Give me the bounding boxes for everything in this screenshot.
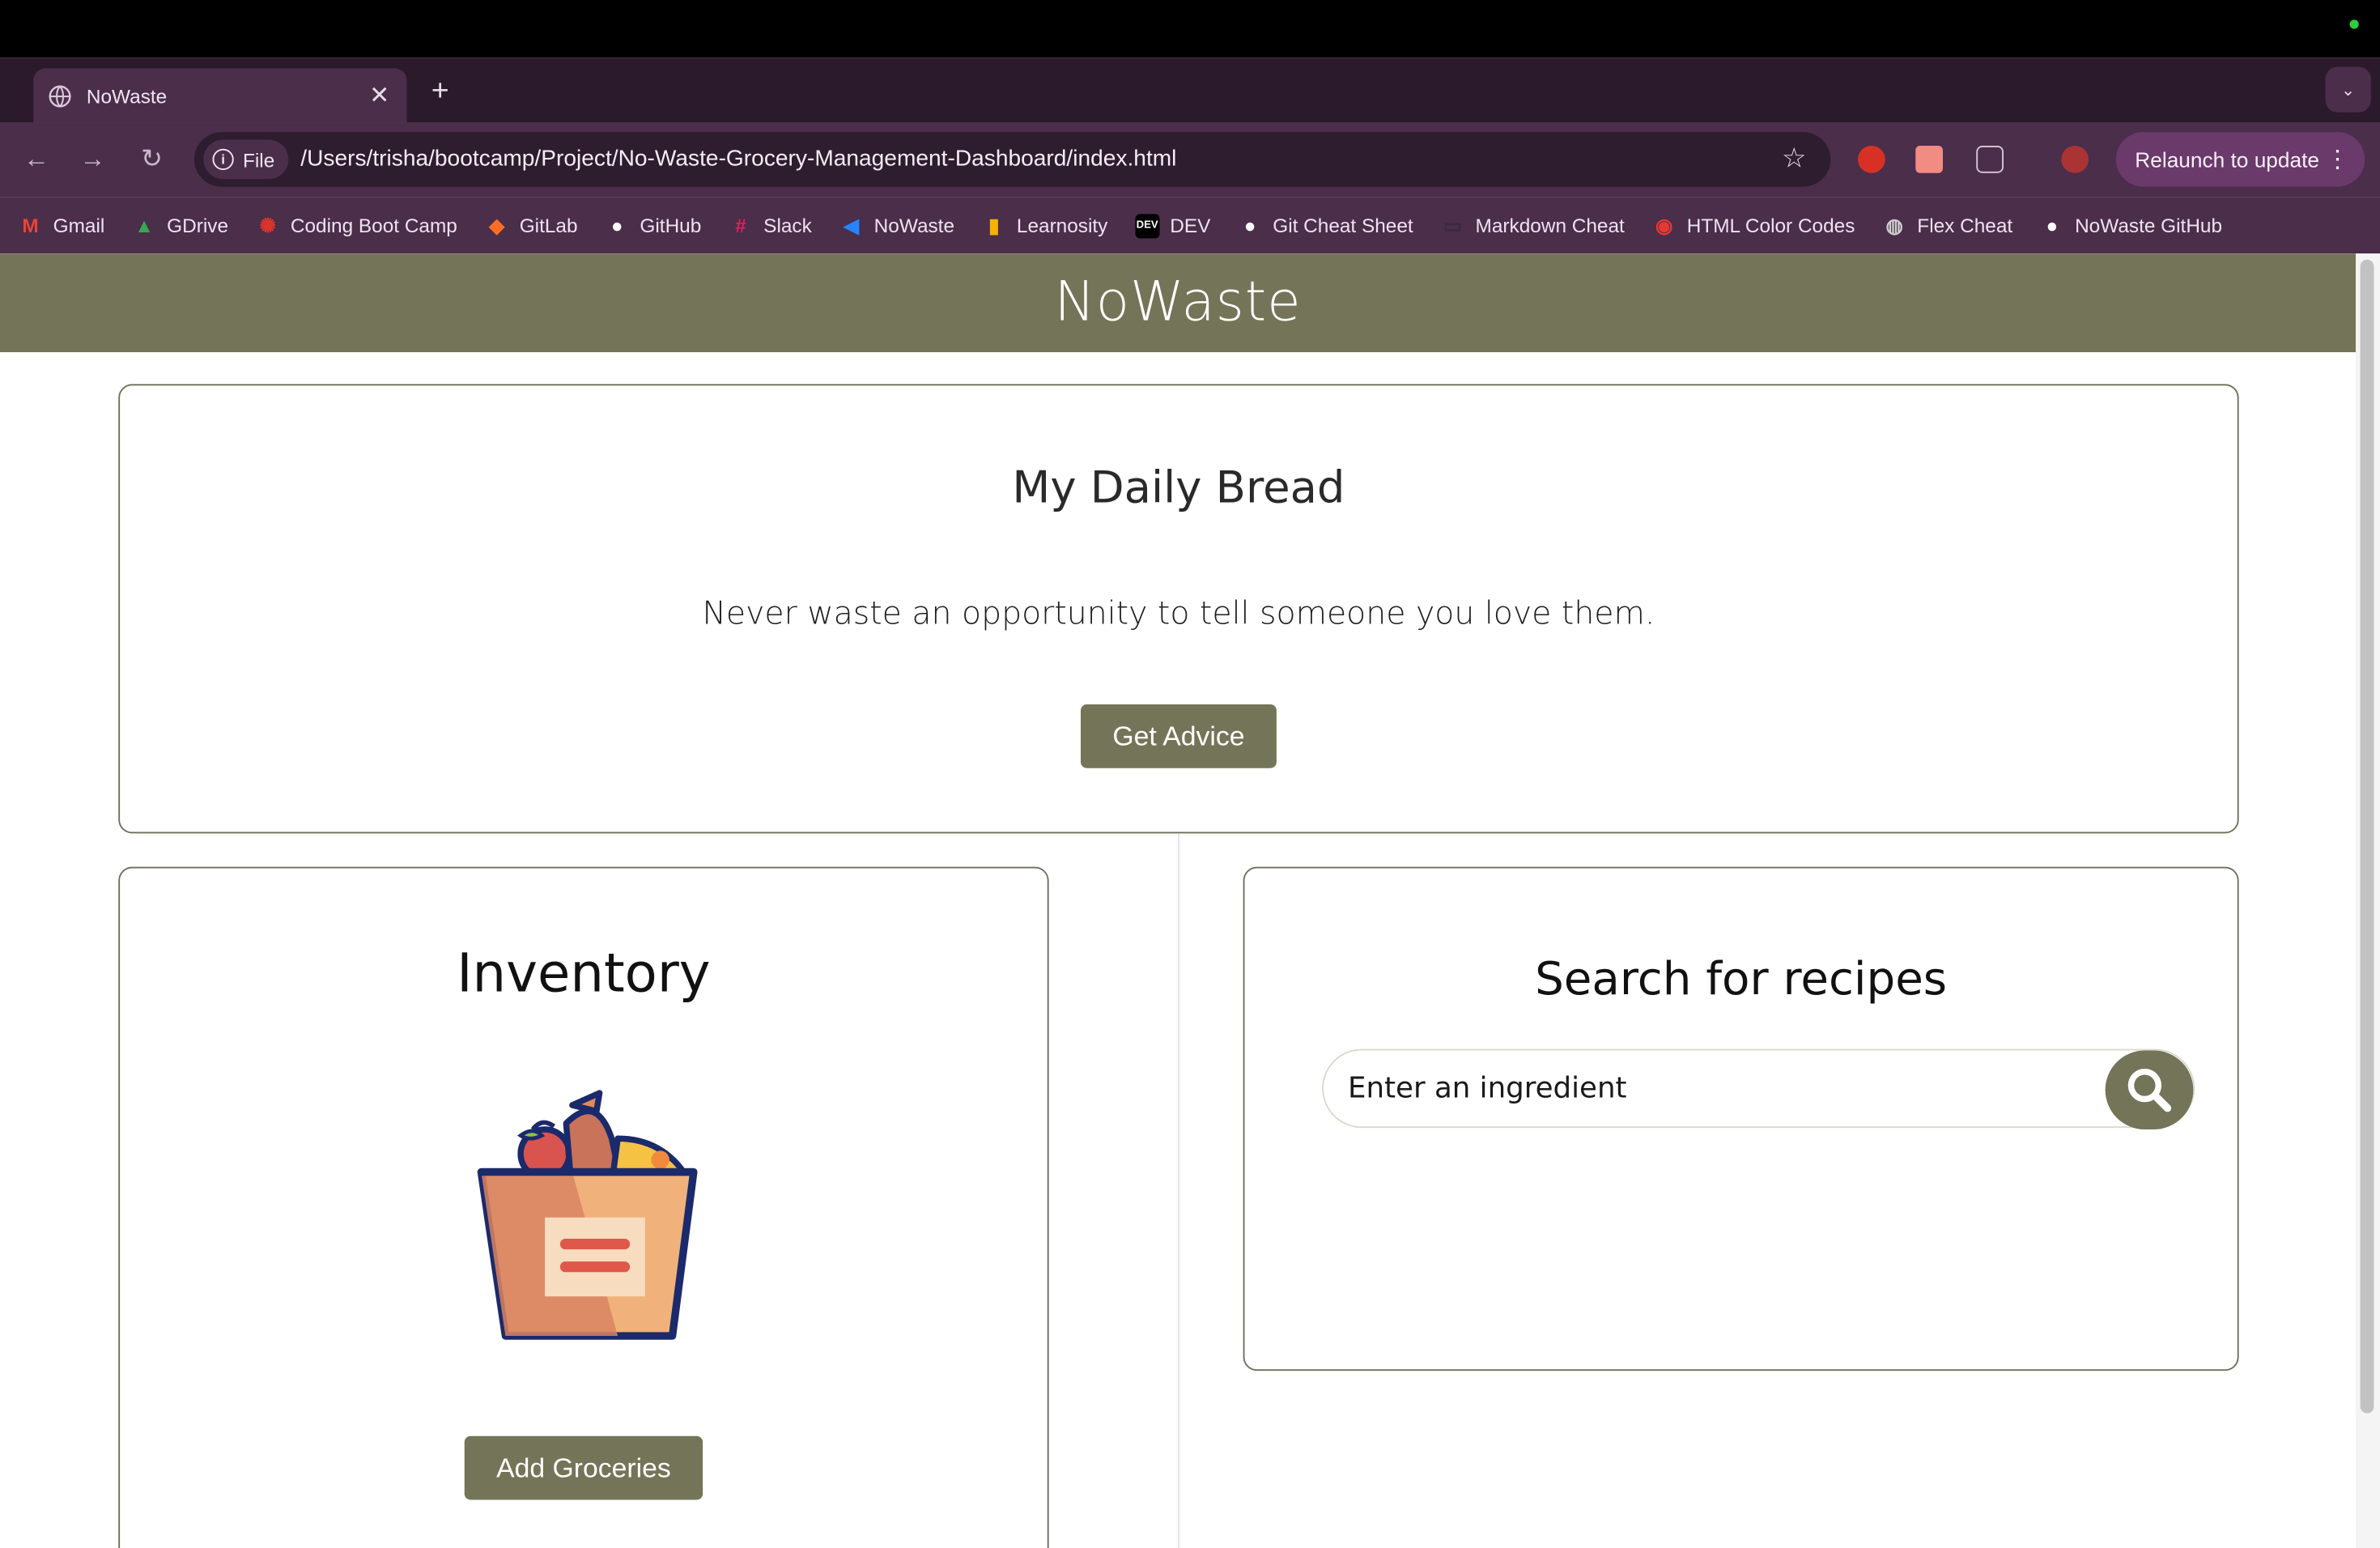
recipe-search-title: Search for recipes [1535,953,1948,1007]
jira-icon: ◀ [844,213,859,236]
site-info-label: File [243,147,275,171]
inventory-title: Inventory [457,944,711,1006]
forward-arrow-icon[interactable]: → [76,144,109,175]
relaunch-label: Relaunch to update [2135,147,2319,172]
globe-icon [49,84,71,107]
column-divider [1178,833,1179,1548]
extension-red-icon[interactable] [1858,146,1885,173]
globe-icon: ◍ [1885,213,1903,236]
bookmark-label: NoWaste [873,214,955,237]
profile-avatar[interactable] [2061,146,2089,173]
bookmark-coding-boot-camp[interactable]: ✺ Coding Boot Camp [256,213,457,237]
bookmark-label: GDrive [167,214,229,237]
page-scrollbar[interactable] [2356,253,2380,1548]
get-advice-button[interactable]: Get Advice [1081,704,1277,768]
back-arrow-icon[interactable]: ← [19,144,53,175]
bookmark-label: Flex Cheat [1917,214,2013,237]
gdrive-icon: ▲ [134,214,155,237]
bookmarks-bar: M Gmail ▲ GDrive ✺ Coding Boot Camp ◆ GitLab ● Gi… [0,197,2380,254]
bookmark-gitlab[interactable]: ◆ GitLab [485,213,578,237]
bootcamp-icon: ✺ [259,213,276,236]
page-viewport: NoWaste My Daily Bread Never waste an op… [0,253,2356,1548]
github-icon: ● [1243,214,1256,237]
browser-toolbar: ← → ↻ i File /Users/trisha/bootcamp/Proj… [0,122,2380,198]
bookmark-label: GitHub [640,214,702,237]
url-text[interactable]: /Users/trisha/bootcamp/Project/No-Waste-… [300,146,1176,172]
bookmark-html-color-codes[interactable]: ◉ HTML Color Codes [1652,213,1855,237]
bookmark-nowaste-github[interactable]: ● NoWaste GitHub [2040,213,2223,237]
address-bar[interactable]: i File /Users/trisha/bootcamp/Project/No… [194,132,1831,187]
github-icon: ● [610,214,623,237]
bookmark-label: Learnosity [1016,214,1108,237]
bookmark-git-cheat-sheet[interactable]: ● Git Cheat Sheet [1238,213,1413,237]
site-title: NoWaste [1054,271,1302,334]
dev-icon: DEV [1135,213,1160,238]
bookmark-learnosity[interactable]: ▮ Learnosity [982,213,1108,237]
slack-icon: # [735,214,746,237]
tab-search-chevron-icon[interactable]: ⌄ [2325,66,2371,113]
more-menu-icon[interactable]: ⋮ [2326,144,2350,175]
bookmark-gdrive[interactable]: ▲ GDrive [132,213,228,237]
recipe-search-bar [1322,1048,2195,1129]
add-groceries-button[interactable]: Add Groceries [464,1435,703,1500]
gmail-icon: M [22,214,39,237]
extension-record-icon[interactable] [1915,146,1943,173]
bookmark-label: Slack [763,214,812,237]
recipe-search-card: Search for recipes [1243,866,2239,1372]
learnosity-icon: ▮ [988,213,1000,236]
info-icon: i [212,148,234,170]
search-icon [2127,1069,2172,1112]
status-dot-icon [2349,19,2359,29]
tab-close-icon[interactable]: ✕ [368,80,392,111]
bookmark-nowaste[interactable]: ◀ NoWaste [839,213,954,237]
grocery-basket-icon [477,1090,698,1340]
search-button[interactable] [2105,1050,2194,1129]
inventory-card: Inventory Add Groceries [118,866,1049,1548]
daily-bread-card: My Daily Bread Never waste an opportunit… [118,384,2239,834]
bookmark-label: Markdown Cheat [1475,214,1625,237]
new-tab-icon[interactable]: + [425,76,456,107]
bookmark-star-icon[interactable]: ☆ [1782,142,1806,174]
tab-title: NoWaste [86,84,168,108]
os-menu-bar [0,0,2380,58]
daily-bread-title: My Daily Bread [1012,461,1345,513]
bookmark-label: HTML Color Codes [1686,214,1855,237]
bookmark-slack[interactable]: # Slack [729,213,812,237]
site-info-chip[interactable]: i File [203,139,289,180]
bookmark-dev[interactable]: DEV DEV [1135,213,1211,238]
bookmark-label: Git Cheat Sheet [1273,214,1413,237]
bookmark-flex-cheat[interactable]: ◍ Flex Cheat [1882,213,2013,237]
bookmark-label: DEV [1170,214,1211,237]
site-header: NoWaste [0,253,2356,352]
reload-icon[interactable]: ↻ [135,144,168,175]
bookmark-label: GitLab [519,214,578,237]
bookmark-label: NoWaste GitHub [2075,214,2223,237]
markdown-icon: ▭ [1443,213,1462,236]
tab-nowaste[interactable]: NoWaste ✕ [33,68,407,123]
gitlab-icon: ◆ [489,213,504,236]
htmlcolor-icon: ◉ [1655,213,1673,236]
bookmark-label: Gmail [53,214,105,237]
bookmark-gmail[interactable]: M Gmail [19,213,105,237]
ingredient-search-input[interactable] [1348,1069,2076,1108]
advice-quote: Never waste an opportunity to tell someo… [702,595,1655,632]
bookmark-markdown-cheat[interactable]: ▭ Markdown Cheat [1440,213,1625,237]
bookmark-github[interactable]: ● GitHub [605,213,701,237]
tab-strip: NoWaste ✕ + ⌄ [0,57,2380,123]
relaunch-button[interactable]: Relaunch to update ⋮ [2114,132,2365,187]
bookmark-label: Coding Boot Camp [290,214,457,237]
github-icon: ● [2046,214,2059,237]
extensions-puzzle-icon[interactable] [1976,146,2004,173]
scrollbar-thumb[interactable] [2360,259,2374,1414]
